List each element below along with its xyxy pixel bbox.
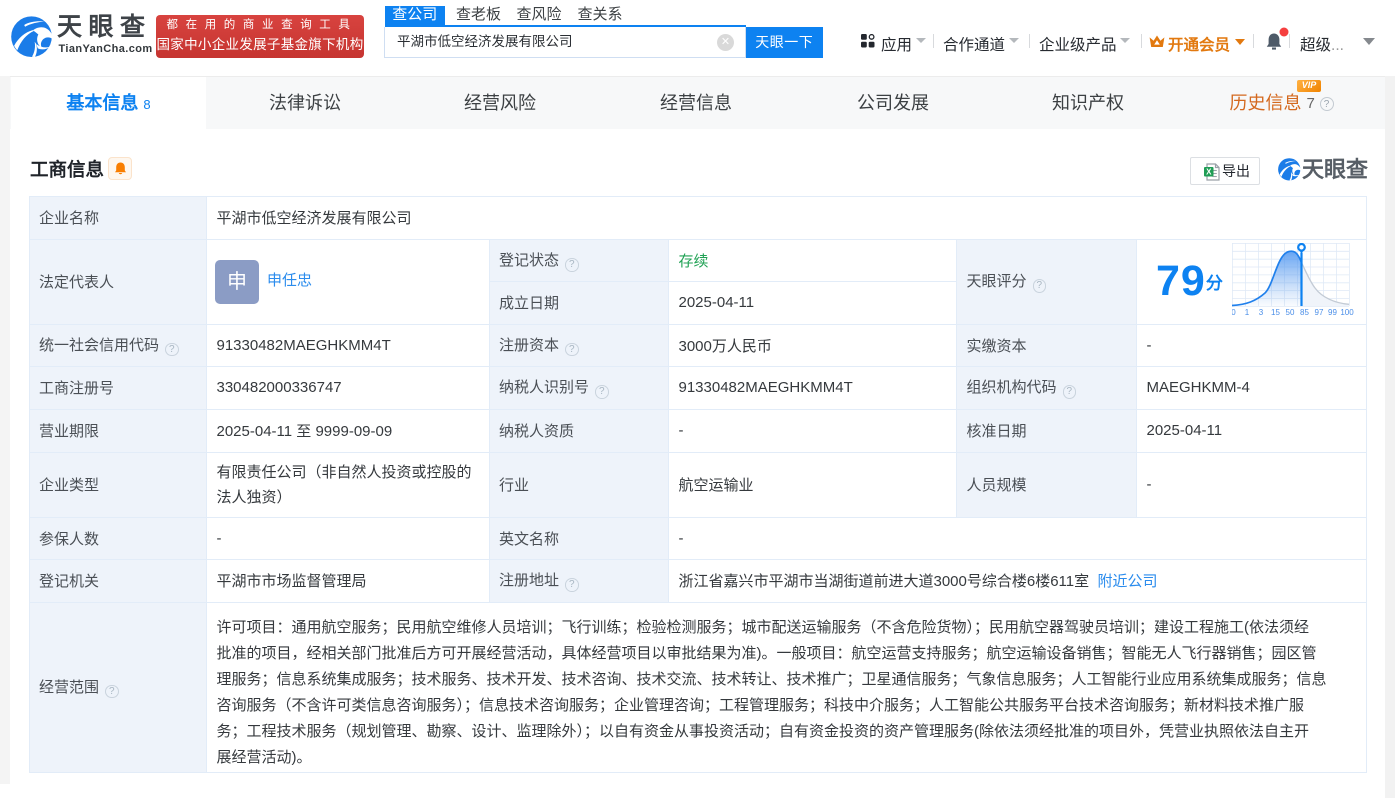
svg-text:99: 99 bbox=[1328, 308, 1337, 317]
svg-text:97: 97 bbox=[1314, 308, 1323, 317]
svg-text:100: 100 bbox=[1340, 308, 1354, 317]
svg-text:1: 1 bbox=[1245, 308, 1250, 317]
svg-text:85: 85 bbox=[1300, 308, 1309, 317]
svg-text:15: 15 bbox=[1271, 308, 1280, 317]
svg-text:50: 50 bbox=[1285, 308, 1294, 317]
svg-text:X: X bbox=[1206, 167, 1212, 176]
svg-text:3: 3 bbox=[1259, 308, 1264, 317]
svg-text:0: 0 bbox=[1232, 308, 1236, 317]
